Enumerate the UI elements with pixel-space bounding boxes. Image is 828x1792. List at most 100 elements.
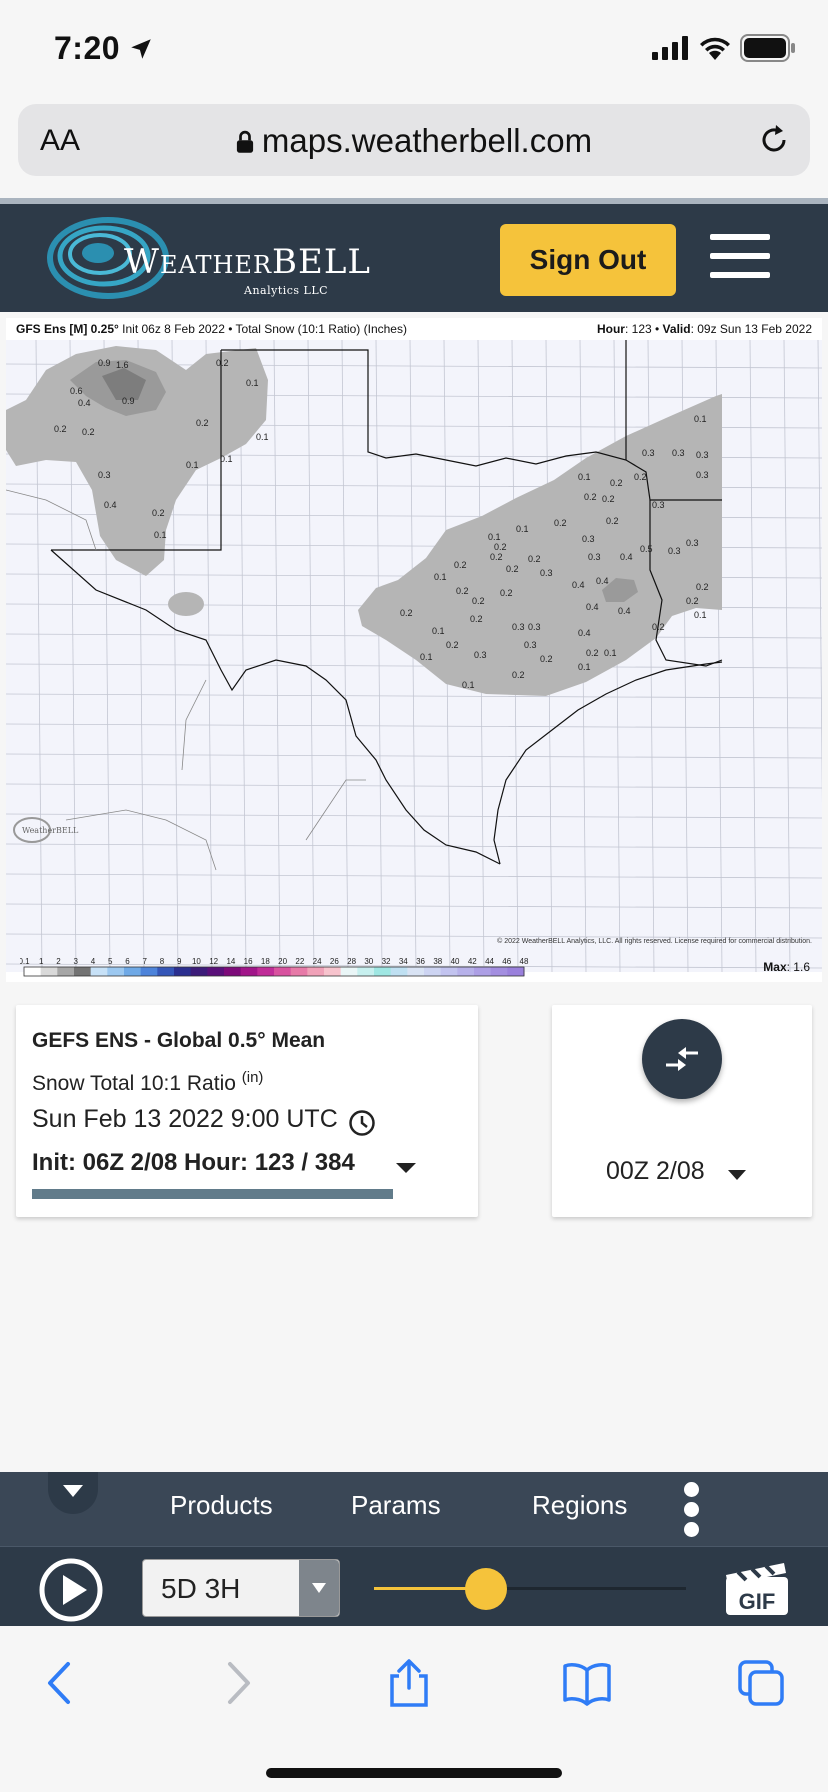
bookmarks-icon[interactable]: [562, 1658, 612, 1708]
snow-value-label: 0.3: [696, 450, 709, 460]
watermark-text: WeatherBELL: [22, 826, 79, 835]
snow-value-label: 0.1: [434, 572, 447, 582]
snow-value-label: 1.6: [116, 360, 129, 370]
params-menu[interactable]: Params: [351, 1490, 441, 1521]
sign-out-button[interactable]: Sign Out: [500, 224, 676, 296]
model-run-card: 00Z 2/08: [552, 1005, 812, 1217]
snow-value-label: 0.2: [400, 608, 413, 618]
snow-value-label: 0.4: [572, 580, 585, 590]
collapse-toolbar-button[interactable]: [48, 1472, 98, 1514]
back-arrow-icon[interactable]: [36, 1658, 86, 1708]
legend-swatch: [324, 967, 342, 976]
url-text[interactable]: maps.weatherbell.com: [18, 122, 810, 160]
time-slider-thumb[interactable]: [465, 1568, 507, 1610]
compare-arrows-icon: [666, 1047, 698, 1071]
snow-value-label: 0.4: [618, 606, 631, 616]
legend-swatch: [224, 967, 242, 976]
legend-tick-label: 3: [73, 957, 78, 966]
clock-icon[interactable]: [348, 1109, 376, 1137]
snow-value-label: 0.3: [652, 500, 665, 510]
map-header-left: GFS Ens [M] 0.25° Init 06z 8 Feb 2022 • …: [16, 322, 407, 336]
snow-value-label: 0.2: [82, 427, 95, 437]
snow-value-label: 0.3: [474, 650, 487, 660]
main-toolbar: Products Params Regions: [0, 1472, 828, 1546]
snowfall-map[interactable]: 0.9 1.6 0.20.60.4 0.90.10.2 0.20.20.10.10.10…: [6, 340, 822, 972]
legend-tick-label: 36: [416, 957, 425, 966]
snow-value-label: 0.2: [54, 424, 67, 434]
animation-toolbar: 5D 3H GIF: [0, 1546, 828, 1626]
snow-value-label: 0.3: [528, 622, 541, 632]
snow-value-label: 0.2: [470, 614, 483, 624]
reload-icon[interactable]: [756, 122, 792, 158]
legend-tick-label: 16: [244, 957, 253, 966]
legend-swatch: [124, 967, 142, 976]
speed-value: 5D 3H: [161, 1573, 241, 1604]
snow-value-label: 0.1: [462, 680, 475, 690]
legend-swatch: [24, 967, 42, 976]
snow-value-label: 0.1: [604, 648, 617, 658]
forecast-map-panel[interactable]: GFS Ens [M] 0.25° Init 06z 8 Feb 2022 • …: [6, 318, 822, 982]
compare-button[interactable]: [642, 1019, 722, 1099]
site-header: WEATHERBELL Analytics LLC Sign Out: [0, 198, 828, 312]
snow-value-label: 0.2: [540, 654, 553, 664]
cellular-signal-icon: [652, 36, 688, 60]
chevron-down-icon[interactable]: [726, 1169, 748, 1182]
init-hour-selector[interactable]: Init: 06Z 2/08 Hour: 123 / 384: [32, 1149, 355, 1177]
tabs-icon[interactable]: [736, 1658, 786, 1708]
address-bar[interactable]: AA maps.weatherbell.com: [18, 104, 810, 176]
legend-swatch: [140, 967, 158, 976]
snow-value-label: 0.2: [512, 670, 525, 680]
regions-menu[interactable]: Regions: [532, 1490, 627, 1521]
legend-swatch: [407, 967, 425, 976]
legend-swatch: [190, 967, 208, 976]
snow-value-label: 0.2: [456, 586, 469, 596]
speed-dropdown-button[interactable]: [299, 1560, 339, 1616]
legend-tick-label: 46: [502, 957, 511, 966]
legend-swatch: [207, 967, 225, 976]
animation-speed-select[interactable]: 5D 3H: [142, 1559, 340, 1617]
chevron-down-icon: [63, 1485, 83, 1497]
snow-value-label: 0.4: [586, 602, 599, 612]
snow-value-label: 0.3: [642, 448, 655, 458]
snow-value-label: 0.1: [578, 662, 591, 672]
snow-value-label: 0.1: [186, 460, 199, 470]
snow-value-label: 0.2: [652, 622, 665, 632]
legend-tick-label: 8: [160, 957, 165, 966]
map-max-value: Max: 1.6: [763, 960, 810, 974]
snow-value-label: 0.4: [78, 398, 91, 408]
chevron-down-icon[interactable]: [394, 1161, 418, 1175]
map-copyright: © 2022 WeatherBELL Analytics, LLC. All r…: [497, 938, 812, 945]
legend-tick-label: 7: [142, 957, 147, 966]
weatherbell-logo[interactable]: WEATHERBELL Analytics LLC: [46, 212, 370, 304]
gif-clapper-icon[interactable]: GIF: [724, 1561, 790, 1617]
hamburger-menu-icon[interactable]: [710, 234, 770, 278]
legend-tick-label: 44: [485, 957, 494, 966]
more-options-icon[interactable]: [684, 1482, 700, 1538]
snow-value-label: 0.2: [494, 542, 507, 552]
legend-tick-label: 9: [177, 957, 182, 966]
legend-swatch: [424, 967, 442, 976]
battery-icon: [740, 34, 795, 62]
legend-swatch: [440, 967, 458, 976]
snow-value-label: 0.1: [432, 626, 445, 636]
legend-tick-label: 34: [399, 957, 408, 966]
wifi-icon: [700, 37, 730, 60]
legend-tick-label: 20: [278, 957, 287, 966]
products-menu[interactable]: Products: [170, 1490, 273, 1521]
legend-swatch: [257, 967, 275, 976]
snow-value-label: 0.1: [694, 610, 707, 620]
legend-swatch: [507, 967, 525, 976]
snow-value-label: 0.2: [152, 508, 165, 518]
forward-arrow-icon[interactable]: [212, 1658, 262, 1708]
legend-tick-label: 1: [39, 957, 44, 966]
snow-value-label: 0.2: [528, 554, 541, 564]
play-icon[interactable]: [38, 1557, 104, 1623]
share-icon[interactable]: [384, 1658, 434, 1708]
snow-value-label: 0.3: [696, 470, 709, 480]
snow-value-label: 0.3: [524, 640, 537, 650]
gif-label: GIF: [739, 1589, 776, 1614]
model-info-card: GEFS ENS - Global 0.5° Mean Snow Total 1…: [16, 1005, 478, 1217]
model-run-selector[interactable]: 00Z 2/08: [606, 1157, 705, 1186]
valid-time[interactable]: Sun Feb 13 2022 9:00 UTC: [32, 1105, 338, 1134]
snow-value-label: 0.2: [196, 418, 209, 428]
